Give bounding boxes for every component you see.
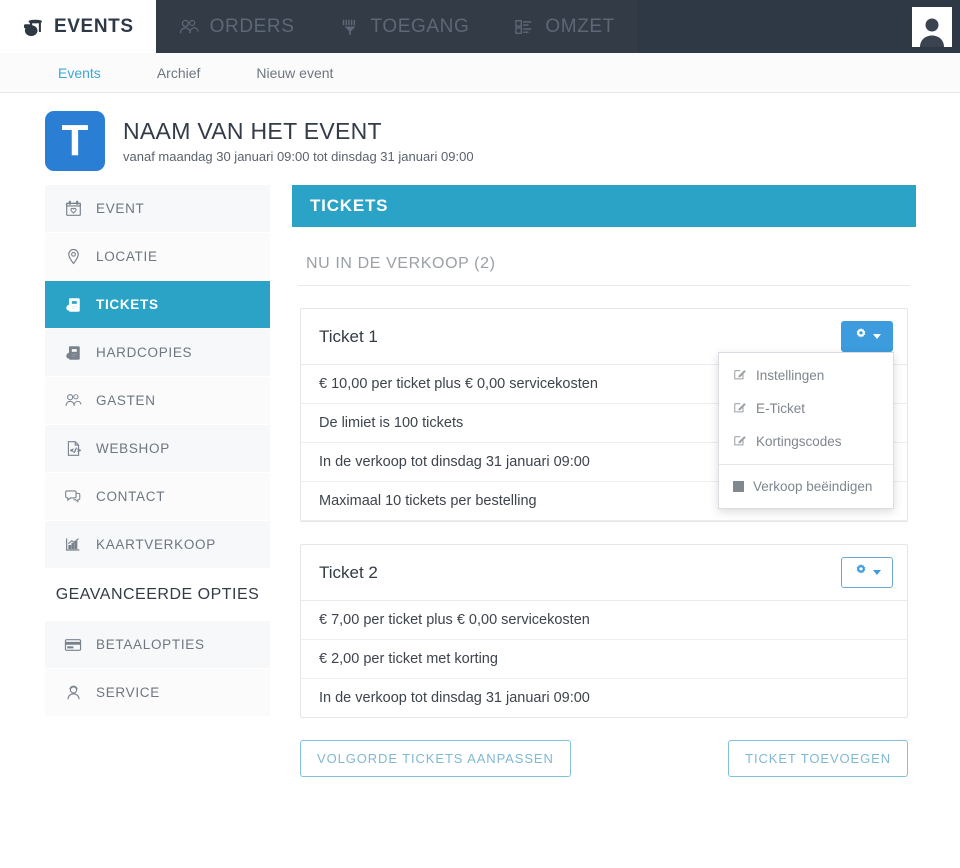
- gear-icon: [854, 563, 868, 582]
- users-icon: [178, 18, 200, 36]
- ticket-icon: [63, 344, 83, 362]
- sidebar-item-label: KAARTVERKOOP: [96, 537, 216, 552]
- chevron-down-icon: [873, 570, 881, 575]
- dropdown-item-label: Verkoop beëindigen: [753, 479, 872, 494]
- sidebar-advanced-heading: GEAVANCEERDE OPTIES: [45, 569, 270, 621]
- sidebar-item-label: LOCATIE: [96, 249, 158, 264]
- dropdown-item-label: E-Ticket: [756, 401, 805, 416]
- sidebar-item-contact[interactable]: CONTACT: [45, 473, 270, 521]
- nav-tab-label: OMZET: [545, 16, 615, 38]
- sidebar-item-label: EVENT: [96, 201, 145, 216]
- ticket-detail-row: € 7,00 per ticket plus € 0,00 servicekos…: [301, 601, 907, 640]
- map-pin-icon: [63, 248, 83, 265]
- edit-pencil-icon: [733, 433, 747, 450]
- nav-tab-label: ORDERS: [210, 16, 295, 38]
- nav-tab-omzet[interactable]: OMZET: [491, 0, 637, 53]
- sidebar-item-label: TICKETS: [96, 297, 159, 312]
- chart-up-icon: [63, 536, 83, 553]
- main-content: TICKETS NU IN DE VERKOOP (2) Ticket 1 € …: [292, 185, 916, 777]
- sidebar-item-locatie[interactable]: LOCATIE: [45, 233, 270, 281]
- subnav-item-archief[interactable]: Archief: [129, 65, 229, 81]
- top-navigation-bar: EVENTS ORDERS TOEGANG: [0, 0, 960, 53]
- ticket-name: Ticket 1: [319, 327, 378, 347]
- user-avatar-icon: [915, 13, 949, 47]
- ticket-icon: [63, 296, 83, 314]
- drumkit-icon: [22, 18, 44, 36]
- event-header: T NAAM VAN HET EVENT vanaf maandag 30 ja…: [0, 93, 960, 185]
- ticket-settings-button[interactable]: [841, 321, 893, 352]
- nav-tab-events[interactable]: EVENTS: [0, 0, 156, 53]
- calendar-heart-icon: [63, 200, 83, 217]
- section-title: NU IN DE VERKOOP (2): [298, 227, 910, 286]
- sidebar-item-label: BETAALOPTIES: [96, 637, 205, 652]
- dropdown-item-kortingscodes[interactable]: Kortingscodes: [719, 425, 893, 458]
- scanner-icon: [339, 18, 361, 36]
- users-icon: [63, 392, 83, 409]
- chat-bubble-icon: [63, 488, 83, 505]
- sidebar-item-tickets[interactable]: TICKETS: [45, 281, 270, 329]
- ticket-name: Ticket 2: [319, 563, 378, 583]
- sidebar: EVENT LOCATIE TICKETS: [45, 185, 270, 717]
- dropdown-divider: [719, 464, 893, 465]
- event-logo: T: [45, 111, 105, 171]
- nav-account-area: [912, 0, 960, 53]
- nav-tab-orders[interactable]: ORDERS: [156, 0, 317, 53]
- sidebar-item-gasten[interactable]: GASTEN: [45, 377, 270, 425]
- sidebar-item-label: CONTACT: [96, 489, 165, 504]
- sidebar-item-label: WEBSHOP: [96, 441, 170, 456]
- svg-text:</>: </>: [70, 448, 81, 454]
- ticket-settings-button[interactable]: [841, 557, 893, 588]
- ticket-card: Ticket 2 € 7,00 per ticket plus € 0,00 s…: [300, 544, 908, 718]
- ticket-settings-dropdown: Instellingen E-Ticket: [718, 352, 894, 509]
- nav-spacer: [637, 0, 912, 53]
- list-icon: [513, 18, 535, 36]
- ticket-card: Ticket 1 € 10,00 per ticket plus € 0,00 …: [300, 308, 908, 522]
- ticket-actions: VOLGORDE TICKETS AANPASSEN TICKET TOEVOE…: [300, 740, 908, 777]
- code-file-icon: </>: [63, 440, 83, 457]
- chevron-down-icon: [873, 334, 881, 339]
- sidebar-item-hardcopies[interactable]: HARDCOPIES: [45, 329, 270, 377]
- gear-icon: [854, 327, 868, 346]
- dropdown-item-label: Instellingen: [756, 368, 824, 383]
- add-ticket-button[interactable]: TICKET TOEVOEGEN: [728, 740, 908, 777]
- sidebar-item-label: GASTEN: [96, 393, 156, 408]
- ticket-detail-row: € 2,00 per ticket met korting: [301, 640, 907, 679]
- dropdown-item-label: Kortingscodes: [756, 434, 842, 449]
- edit-pencil-icon: [733, 400, 747, 417]
- dropdown-item-verkoop-beeindigen[interactable]: Verkoop beëindigen: [719, 471, 893, 502]
- edit-pencil-icon: [733, 367, 747, 384]
- sidebar-item-service[interactable]: SERVICE: [45, 669, 270, 717]
- panel-title: TICKETS: [292, 185, 916, 227]
- credit-card-icon: [63, 637, 83, 653]
- sidebar-item-label: HARDCOPIES: [96, 345, 192, 360]
- event-daterange: vanaf maandag 30 januari 09:00 tot dinsd…: [123, 149, 474, 164]
- ticket-detail-row: In de verkoop tot dinsdag 31 januari 09:…: [301, 679, 907, 717]
- sidebar-item-event[interactable]: EVENT: [45, 185, 270, 233]
- sidebar-item-kaartverkoop[interactable]: KAARTVERKOOP: [45, 521, 270, 569]
- sidebar-item-label: SERVICE: [96, 685, 160, 700]
- nav-tab-label: TOEGANG: [371, 16, 470, 38]
- secondary-navigation: Events Archief Nieuw event: [0, 53, 960, 93]
- content-layout: EVENT LOCATIE TICKETS: [0, 185, 960, 777]
- stop-square-icon: [733, 481, 744, 492]
- dropdown-item-instellingen[interactable]: Instellingen: [719, 359, 893, 392]
- page-title: NAAM VAN HET EVENT: [123, 118, 474, 146]
- nav-tab-label: EVENTS: [54, 16, 134, 38]
- sidebar-item-betaalopties[interactable]: BETAALOPTIES: [45, 621, 270, 669]
- sidebar-item-webshop[interactable]: </> WEBSHOP: [45, 425, 270, 473]
- ticket-card-header: Ticket 2: [301, 545, 907, 601]
- avatar[interactable]: [912, 7, 952, 47]
- nav-tab-toegang[interactable]: TOEGANG: [317, 0, 492, 53]
- subnav-item-nieuw-event[interactable]: Nieuw event: [228, 65, 361, 81]
- agent-icon: [63, 684, 83, 701]
- subnav-item-events[interactable]: Events: [30, 65, 129, 81]
- event-header-text: NAAM VAN HET EVENT vanaf maandag 30 janu…: [123, 118, 474, 164]
- dropdown-item-eticket[interactable]: E-Ticket: [719, 392, 893, 425]
- reorder-tickets-button[interactable]: VOLGORDE TICKETS AANPASSEN: [300, 740, 571, 777]
